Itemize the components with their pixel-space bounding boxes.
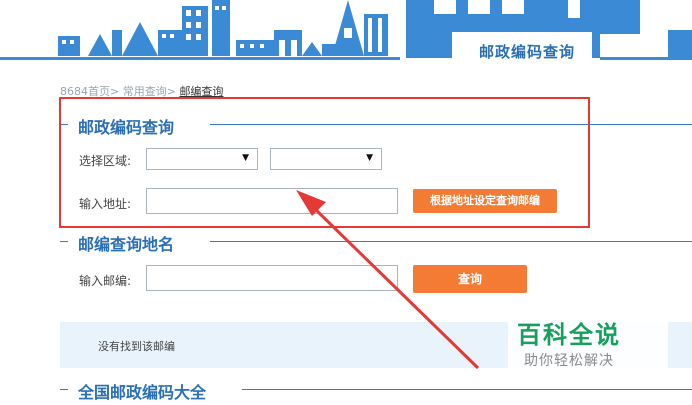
watermark-title: 百科全说 (517, 321, 621, 349)
watermark-subtitle: 助你轻松解决 (524, 353, 614, 369)
